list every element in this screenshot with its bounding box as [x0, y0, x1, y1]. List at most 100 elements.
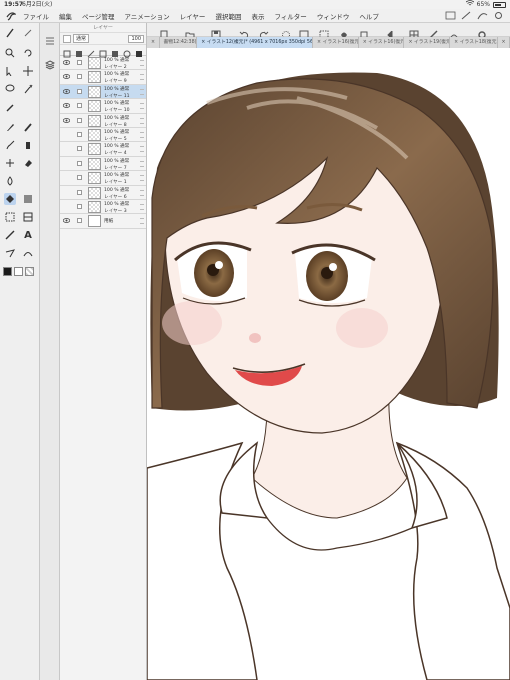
- save-icon[interactable]: [211, 25, 221, 40]
- menu-item[interactable]: ページ管理: [77, 11, 119, 21]
- drag-handle-icon[interactable]: [140, 117, 144, 124]
- canvas-tab[interactable]: × イラスト18(復元): [450, 37, 498, 48]
- drag-handle-icon[interactable]: [140, 88, 144, 95]
- eye-icon[interactable]: [63, 218, 70, 224]
- drag-handle-icon[interactable]: [140, 160, 144, 167]
- layer-lock-checkbox[interactable]: [77, 175, 82, 181]
- drag-handle-icon[interactable]: [140, 103, 144, 110]
- layer-lock-checkbox[interactable]: [77, 117, 82, 123]
- layer-lock-checkbox[interactable]: [77, 189, 82, 195]
- layer-row[interactable]: 100 % 通常 レイヤー 2: [60, 56, 146, 71]
- drag-handle-icon[interactable]: [140, 146, 144, 153]
- special-ruler-icon[interactable]: [449, 25, 459, 40]
- menu-item[interactable]: ヘルプ: [354, 11, 384, 21]
- settings-gear-icon[interactable]: [477, 25, 487, 39]
- drag-handle-icon[interactable]: [140, 189, 144, 196]
- layer-row[interactable]: 100 % 通常 レイヤー 8: [60, 114, 146, 128]
- flip-icon[interactable]: [387, 25, 397, 40]
- eraser-subtool-icon[interactable]: [22, 27, 34, 39]
- layer-lock-checkbox[interactable]: [77, 88, 82, 94]
- menu-item[interactable]: 編集: [54, 11, 77, 21]
- eye-hidden-icon[interactable]: [63, 161, 70, 166]
- drag-handle-icon[interactable]: [140, 131, 144, 138]
- canvas-tab[interactable]: ×: [498, 37, 510, 48]
- deselect-icon[interactable]: [319, 25, 329, 40]
- menu-item[interactable]: ウィンドウ: [312, 11, 355, 21]
- correct-line-icon[interactable]: [22, 247, 34, 259]
- brush-icon[interactable]: [4, 139, 16, 151]
- layer-row[interactable]: 100 % 通常 レイヤー 11: [60, 84, 146, 100]
- menu-item[interactable]: アニメーション: [119, 11, 174, 21]
- canvas-tab[interactable]: × イラスト12(複元)* (4961 x 7016px 350dpi 56.6…: [197, 37, 314, 48]
- rotate-tool-icon[interactable]: [22, 47, 34, 59]
- move-layer-icon[interactable]: [22, 65, 34, 77]
- decoration-icon[interactable]: [4, 157, 16, 169]
- subtool-menu-icon[interactable]: [45, 31, 55, 45]
- layer-lock-checkbox[interactable]: [77, 160, 82, 166]
- pencil-icon[interactable]: [22, 121, 34, 133]
- menu-item[interactable]: ファイル: [18, 11, 54, 21]
- drag-handle-icon[interactable]: [140, 218, 144, 225]
- drag-handle-icon[interactable]: [140, 74, 144, 81]
- ruler-snap-icon[interactable]: [429, 25, 439, 39]
- opacity-field[interactable]: 100: [128, 34, 144, 43]
- eyedropper-icon[interactable]: [4, 101, 16, 113]
- figure-icon[interactable]: [4, 211, 16, 223]
- layer-row[interactable]: 100 % 通常 レイヤー 6: [60, 186, 146, 200]
- layer-row[interactable]: 100 % 通常 レイヤー 9: [60, 70, 146, 85]
- layer-lock-checkbox[interactable]: [77, 131, 82, 137]
- transform-icon[interactable]: [359, 25, 369, 39]
- fill-tool-icon[interactable]: [4, 193, 16, 205]
- layer-row[interactable]: 100 % 通常 レイヤー 3: [60, 200, 146, 215]
- menu-item[interactable]: 表示: [246, 11, 269, 21]
- ruler-icon[interactable]: [4, 229, 16, 241]
- eye-icon[interactable]: [63, 74, 70, 80]
- eye-hidden-icon[interactable]: [63, 190, 70, 195]
- quick-access-icon[interactable]: [445, 11, 456, 20]
- layer-lock-checkbox[interactable]: [77, 203, 82, 209]
- drag-handle-icon[interactable]: [140, 60, 144, 66]
- canvas[interactable]: [147, 48, 510, 680]
- layer-row[interactable]: 100 % 通常 レイヤー 7: [60, 157, 146, 172]
- main-color-swatch[interactable]: [3, 267, 12, 276]
- drag-handle-icon[interactable]: [140, 203, 144, 210]
- blend-mode-select[interactable]: 通常: [73, 34, 90, 43]
- airbrush-icon[interactable]: [22, 139, 34, 151]
- balloon-icon[interactable]: [4, 247, 16, 259]
- pen-pressure-icon[interactable]: [477, 11, 488, 20]
- pen-icon[interactable]: [4, 121, 16, 133]
- layer-lock-checkbox[interactable]: [77, 103, 82, 109]
- zoom-tool-icon[interactable]: [4, 47, 16, 59]
- eraser-icon[interactable]: [22, 157, 34, 169]
- eye-hidden-icon[interactable]: [63, 175, 70, 180]
- menu-item[interactable]: 選択範囲: [210, 11, 246, 21]
- layer-lock-checkbox[interactable]: [77, 60, 82, 65]
- invert-selection-icon[interactable]: [339, 25, 349, 38]
- blend-icon[interactable]: [4, 175, 16, 187]
- gradient-icon[interactable]: [22, 193, 34, 205]
- layer-lock-checkbox[interactable]: [77, 74, 82, 80]
- sub-color-swatch[interactable]: [14, 267, 23, 276]
- canvas-tab[interactable]: ×: [147, 37, 160, 48]
- layer-row[interactable]: 100 % 通常 レイヤー 4: [60, 142, 146, 157]
- layer-row[interactable]: 100 % 通常 レイヤー 5: [60, 128, 146, 143]
- canvas-tab[interactable]: × イラスト19(復元: [404, 37, 451, 48]
- drag-handle-icon[interactable]: [140, 175, 144, 182]
- layer-lock-checkbox[interactable]: [77, 146, 82, 152]
- fill-clear-icon[interactable]: [299, 25, 309, 40]
- menu-item[interactable]: レイヤー: [175, 11, 211, 21]
- layers-stack-icon[interactable]: [44, 55, 56, 70]
- redo-icon[interactable]: [259, 25, 269, 39]
- brush-size-icon[interactable]: [461, 11, 472, 20]
- settings-icon[interactable]: [493, 11, 504, 20]
- grid-icon[interactable]: [409, 25, 419, 40]
- clip-studio-logo-icon[interactable]: [4, 9, 18, 23]
- operation-tool-icon[interactable]: [4, 65, 16, 77]
- clear-icon[interactable]: [281, 25, 291, 39]
- eye-hidden-icon[interactable]: [63, 132, 70, 137]
- layer-row[interactable]: 100 % 通常 レイヤー 1: [60, 171, 146, 186]
- lasso-tool-icon[interactable]: [4, 83, 16, 95]
- undo-icon[interactable]: [239, 25, 249, 39]
- eye-icon[interactable]: [63, 88, 70, 94]
- open-file-icon[interactable]: [185, 25, 195, 40]
